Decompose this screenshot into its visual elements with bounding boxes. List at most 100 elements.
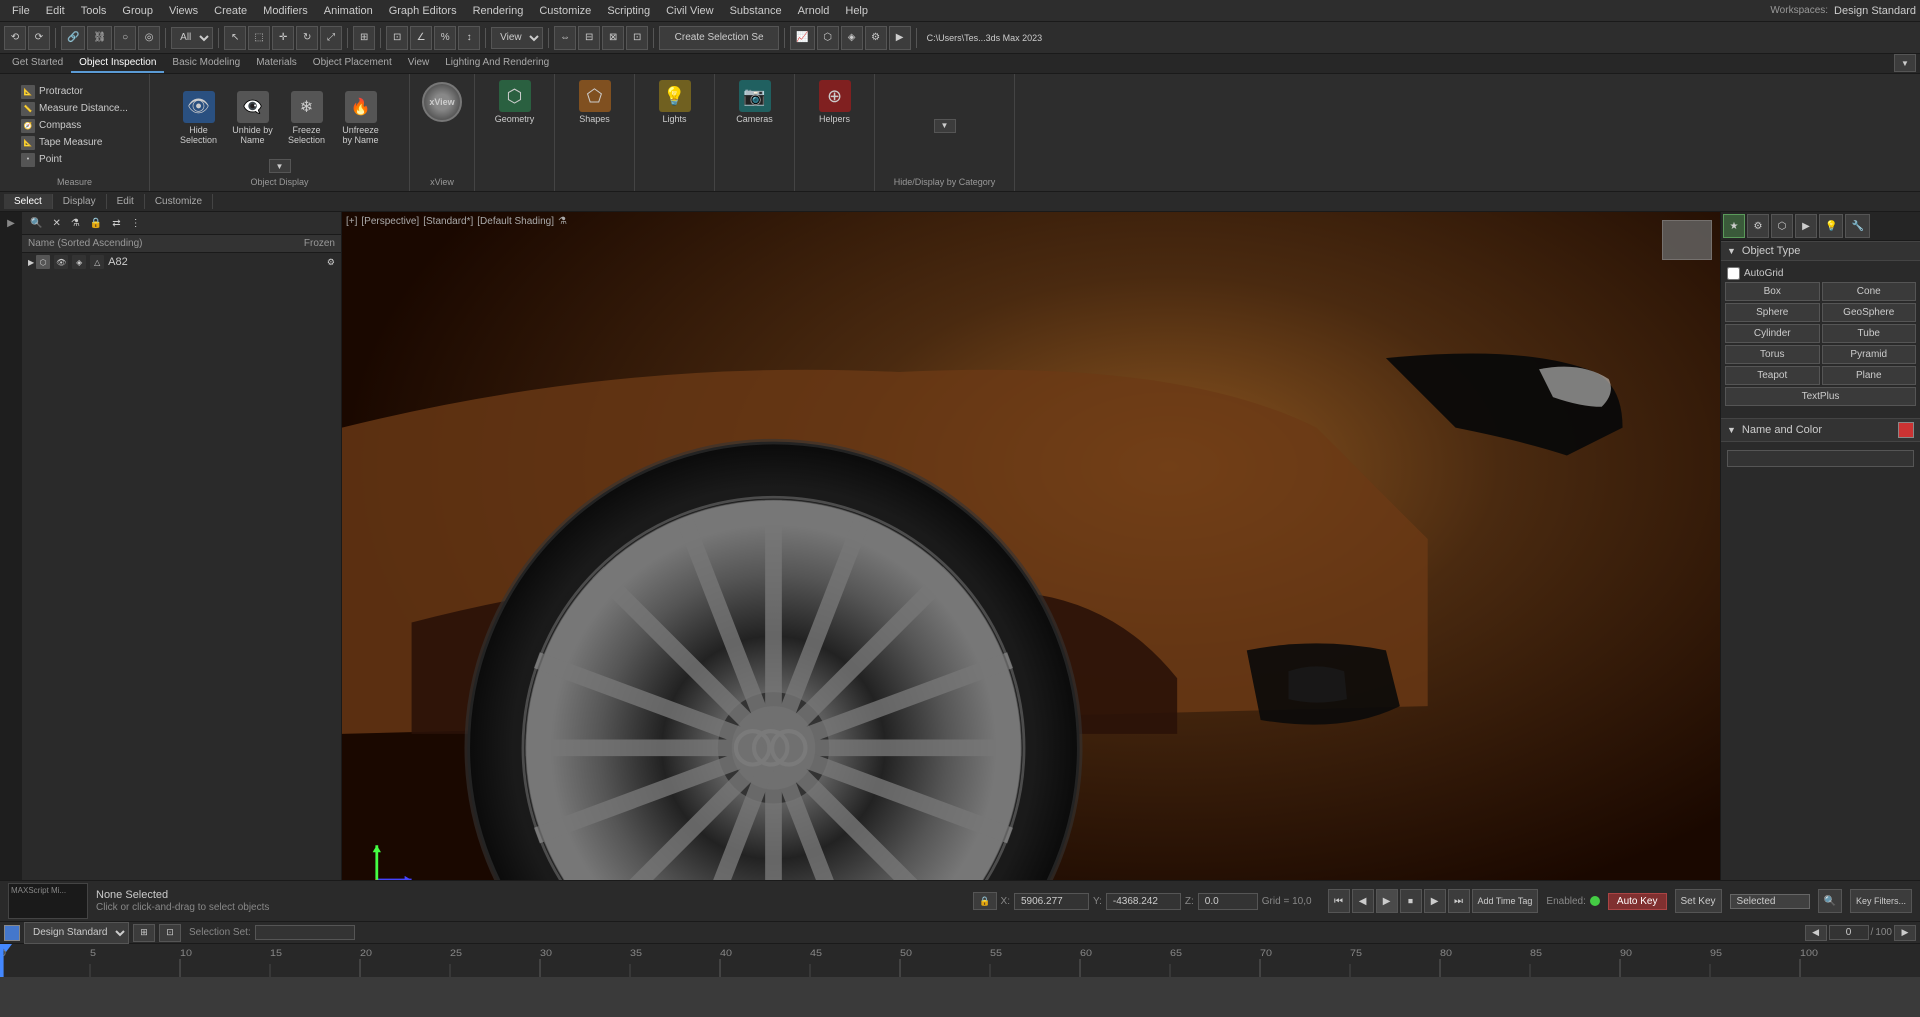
rp-tab-display[interactable]: 💡 [1819,214,1843,238]
link-button[interactable]: 🔗 [61,26,85,50]
menu-item-tools[interactable]: Tools [73,3,115,19]
viewport-standard[interactable]: [Standard*] [423,216,473,227]
viewport[interactable]: [+] [Perspective] [Standard*] [Default S… [342,212,1720,880]
color-swatch[interactable] [1898,422,1914,438]
rp-tab-create[interactable]: ★ [1723,214,1745,238]
menu-item-customize[interactable]: Customize [531,3,599,19]
prim-pyramid[interactable]: Pyramid [1822,345,1917,364]
frame-fwd-btn[interactable]: ▶ [1894,925,1916,941]
curve-editor-btn[interactable]: 📈 [790,26,814,50]
menu-item-graph-editors[interactable]: Graph Editors [381,3,465,19]
hide-selection-btn[interactable]: 👁 Hide Selection [174,89,224,147]
rp-tab-utilities[interactable]: 🔧 [1845,214,1869,238]
prim-tube[interactable]: Tube [1822,324,1917,343]
protractor-item[interactable]: 📐 Protractor [21,84,83,100]
redo-button[interactable]: ⟳ [28,26,50,50]
sync-btn[interactable]: ⇄ [108,214,124,232]
item-name[interactable]: A82 [108,256,327,268]
unhide-by-name-btn[interactable]: 👁‍🗨 Unhide by Name [228,89,278,147]
rp-tab-motion[interactable]: ▶ [1795,214,1817,238]
viewport-plus[interactable]: [+] [346,216,357,227]
viewport-filter-icon[interactable]: ⚗ [558,216,567,227]
angle-snap[interactable]: ∠ [410,26,432,50]
filter-dropdown[interactable]: All [171,27,213,49]
lights-btn[interactable]: 💡 Lights [650,78,700,126]
y-coord[interactable] [1106,893,1181,910]
sort-label[interactable]: Name (Sorted Ascending) [28,238,304,249]
workspace-icon-btn2[interactable]: ⊡ [159,924,181,942]
viewport-shading[interactable]: [Default Shading] [477,216,554,227]
unfreeze-by-name-btn[interactable]: 🔥 Unfreeze by Name [336,89,386,147]
prim-cone[interactable]: Cone [1822,282,1917,301]
scale-button[interactable]: ⤢ [320,26,342,50]
design-standard-dropdown[interactable]: Design Standard [24,922,129,944]
menu-item-file[interactable]: File [4,3,38,19]
prim-sphere[interactable]: Sphere [1725,303,1820,322]
menu-item-civil-view[interactable]: Civil View [658,3,721,19]
x-coord[interactable] [1014,893,1089,910]
menu-item-rendering[interactable]: Rendering [465,3,532,19]
selection-set-input[interactable] [255,925,355,940]
item-settings-btn[interactable]: ⚙ [327,257,335,268]
ribbon-tab-lighting[interactable]: Lighting And Rendering [437,54,557,73]
move-button[interactable]: ✛ [272,26,294,50]
menu-item-arnold[interactable]: Arnold [790,3,838,19]
prim-teapot[interactable]: Teapot [1725,366,1820,385]
name-color-section-header[interactable]: ▼ Name and Color [1721,418,1920,442]
options-btn[interactable]: ⋮ [127,214,145,232]
next-frame-btn[interactable]: ▶ [1424,889,1446,913]
align-grid[interactable]: ⊠ [602,26,624,50]
menu-item-edit[interactable]: Edit [38,3,73,19]
prim-geosphere[interactable]: GeoSphere [1822,303,1917,322]
object-type-section-header[interactable]: ▼ Object Type [1721,241,1920,261]
ribbon-tab-get-started[interactable]: Get Started [4,54,71,73]
menu-item-scripting[interactable]: Scripting [599,3,658,19]
unbind-button[interactable]: ◎ [138,26,160,50]
ribbon-tab-view[interactable]: View [400,54,438,73]
menu-item-substance[interactable]: Substance [722,3,790,19]
workspace-name[interactable]: Design Standard [1834,5,1916,17]
lock-coords-btn[interactable]: 🔒 [973,892,996,910]
close-find-btn[interactable]: ✕ [48,214,64,232]
ribbon-tab-object-placement[interactable]: Object Placement [305,54,400,73]
cameras-btn[interactable]: 📷 Cameras [730,78,780,126]
hide-display-expand[interactable]: ▼ [934,119,956,133]
freeze-selection-btn[interactable]: ❄ Freeze Selection [282,89,332,147]
menu-item-views[interactable]: Views [161,3,206,19]
autokey-btn[interactable]: Auto Key [1608,893,1667,910]
prev-frame-btn[interactable]: ◀ [1352,889,1374,913]
prim-textplus[interactable]: TextPlus [1725,387,1916,406]
undo-button[interactable]: ⟲ [4,26,26,50]
compass-item[interactable]: 🧭 Compass [21,118,81,134]
frame-back-btn[interactable]: ◀ [1805,925,1827,941]
add-time-tag-btn[interactable]: Add Time Tag [1472,889,1539,913]
timeline-ruler[interactable]: 0 5 10 15 20 25 30 35 40 45 50 [0,944,1920,977]
enabled-indicator[interactable] [1590,896,1600,906]
menu-item-create[interactable]: Create [206,3,255,19]
measure-distance-item[interactable]: 📏 Measure Distance... [21,101,128,117]
prim-box[interactable]: Box [1725,282,1820,301]
autogrid-checkbox[interactable] [1727,267,1740,280]
setkey-btn[interactable]: Set Key [1675,889,1722,913]
prim-cylinder[interactable]: Cylinder [1725,324,1820,343]
menu-item-modifiers[interactable]: Modifiers [255,3,316,19]
bind-button[interactable]: ○ [114,26,136,50]
search-btn[interactable]: 🔍 [1818,889,1842,913]
spinner-snap[interactable]: ↕ [458,26,480,50]
goto-end-btn[interactable]: ⏭ [1448,889,1470,913]
select-button[interactable]: ↖ [224,26,246,50]
z-coord[interactable] [1198,893,1258,910]
percent-snap[interactable]: % [434,26,456,50]
unlink-button[interactable]: ⛓ [87,26,112,50]
menu-item-help[interactable]: Help [837,3,876,19]
snap-toggle[interactable]: ⊡ [386,26,408,50]
create-selection-btn[interactable]: Create Selection Se [659,26,779,50]
lock-btn[interactable]: 🔒 [86,214,106,232]
mirror-button[interactable]: ⇔ [554,26,576,50]
material-editor-btn[interactable]: ◈ [841,26,863,50]
xview-button[interactable]: xView [418,78,466,126]
key-filters-btn[interactable]: Key Filters... [1850,889,1912,913]
scene-item[interactable]: ▶ ⬡ 👁 ◈ △ A82 ⚙ [22,253,341,271]
menu-item-animation[interactable]: Animation [316,3,381,19]
render-btn[interactable]: ▶ [889,26,911,50]
